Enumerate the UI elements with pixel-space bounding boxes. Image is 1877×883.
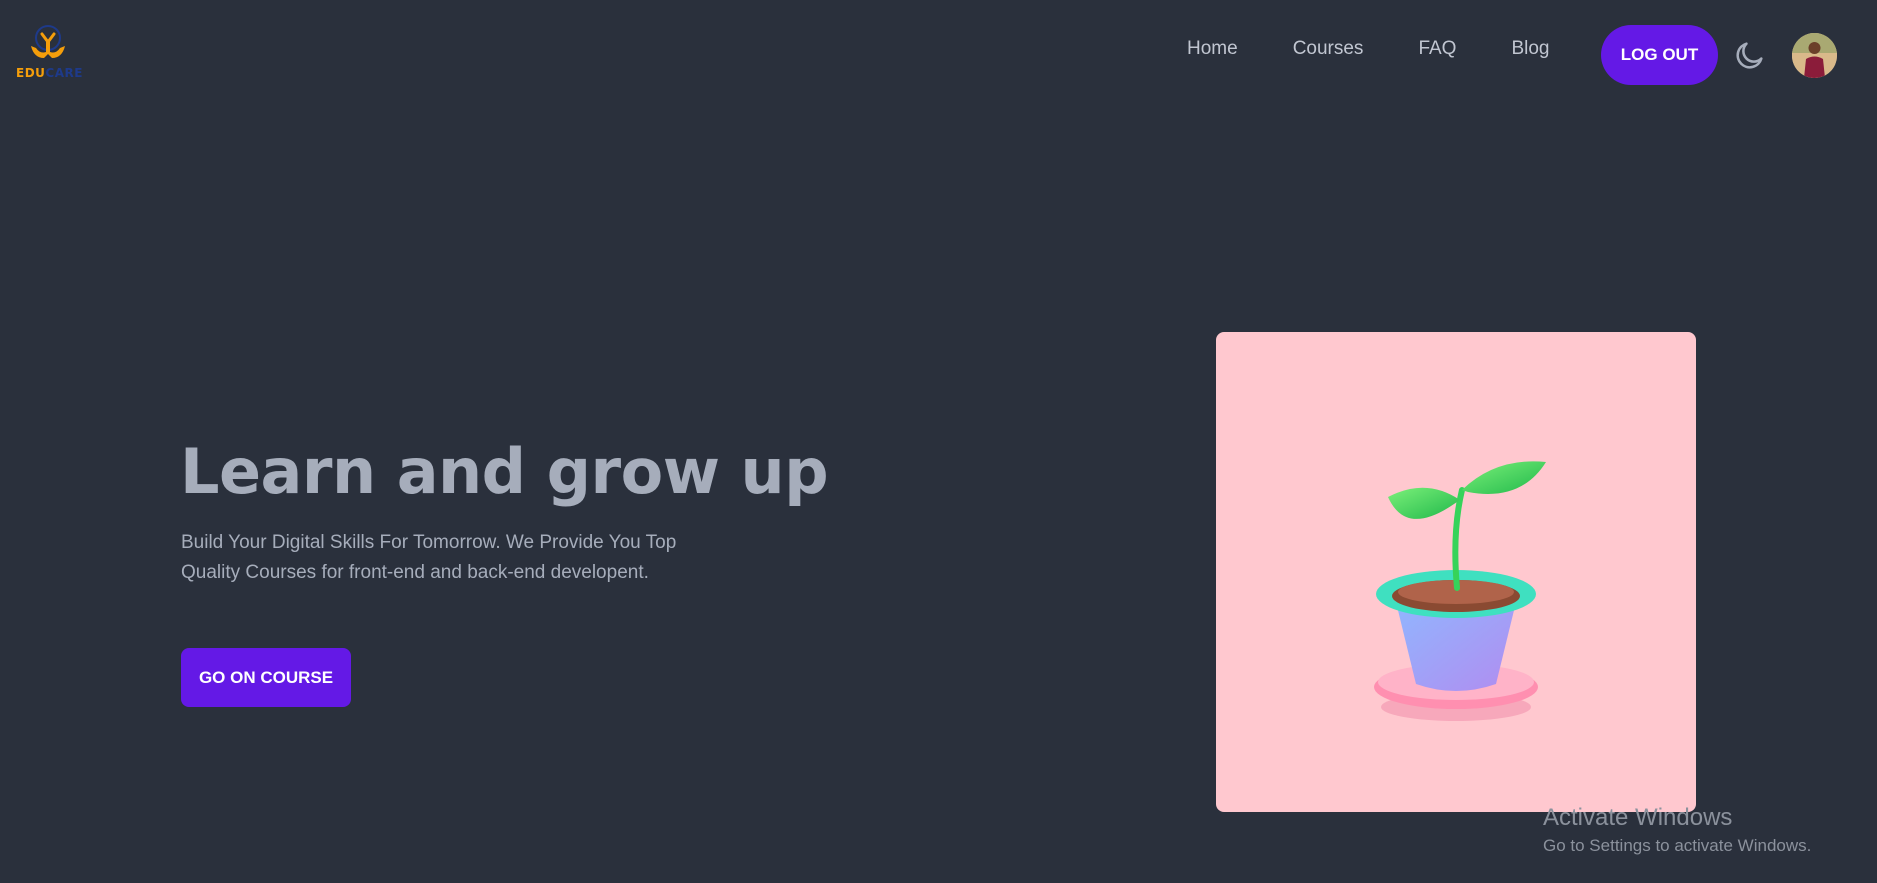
brand-wordmark: EDUCARE: [16, 66, 83, 80]
windows-activation-watermark: Activate Windows Go to Settings to activ…: [1543, 803, 1811, 859]
nav-link-blog[interactable]: Blog: [1511, 38, 1549, 60]
nav-link-home[interactable]: Home: [1187, 38, 1238, 60]
hero-description: Build Your Digital Skills For Tomorrow. …: [181, 532, 677, 583]
page: EDUCARE Home Courses FAQ Blog LOG OUT Le…: [0, 0, 1877, 883]
brand-logo[interactable]: EDUCARE: [16, 24, 82, 82]
navbar: EDUCARE Home Courses FAQ Blog LOG OUT: [0, 0, 1877, 112]
brand-name-care: CARE: [45, 66, 83, 80]
hero-image: [1216, 332, 1696, 812]
watermark-title: Activate Windows: [1543, 804, 1733, 831]
avatar-photo-icon: [1792, 33, 1837, 78]
go-on-course-button[interactable]: GO ON COURSE: [181, 648, 351, 707]
watermark-subtitle: Go to Settings to activate Windows.: [1543, 836, 1812, 855]
moon-icon: [1736, 42, 1763, 69]
logout-button[interactable]: LOG OUT: [1601, 25, 1718, 85]
hands-logo-icon: [31, 25, 65, 58]
nav-links: Home Courses FAQ Blog: [1187, 38, 1549, 60]
hero-title: Learn and grow up: [180, 435, 829, 508]
theme-toggle[interactable]: [1733, 38, 1767, 72]
brand-name-edu: EDU: [16, 66, 46, 80]
nav-link-courses[interactable]: Courses: [1293, 38, 1364, 60]
nav-link-faq[interactable]: FAQ: [1418, 38, 1456, 60]
potted-sprout-illustration: [1374, 461, 1546, 721]
user-avatar[interactable]: [1792, 33, 1837, 78]
